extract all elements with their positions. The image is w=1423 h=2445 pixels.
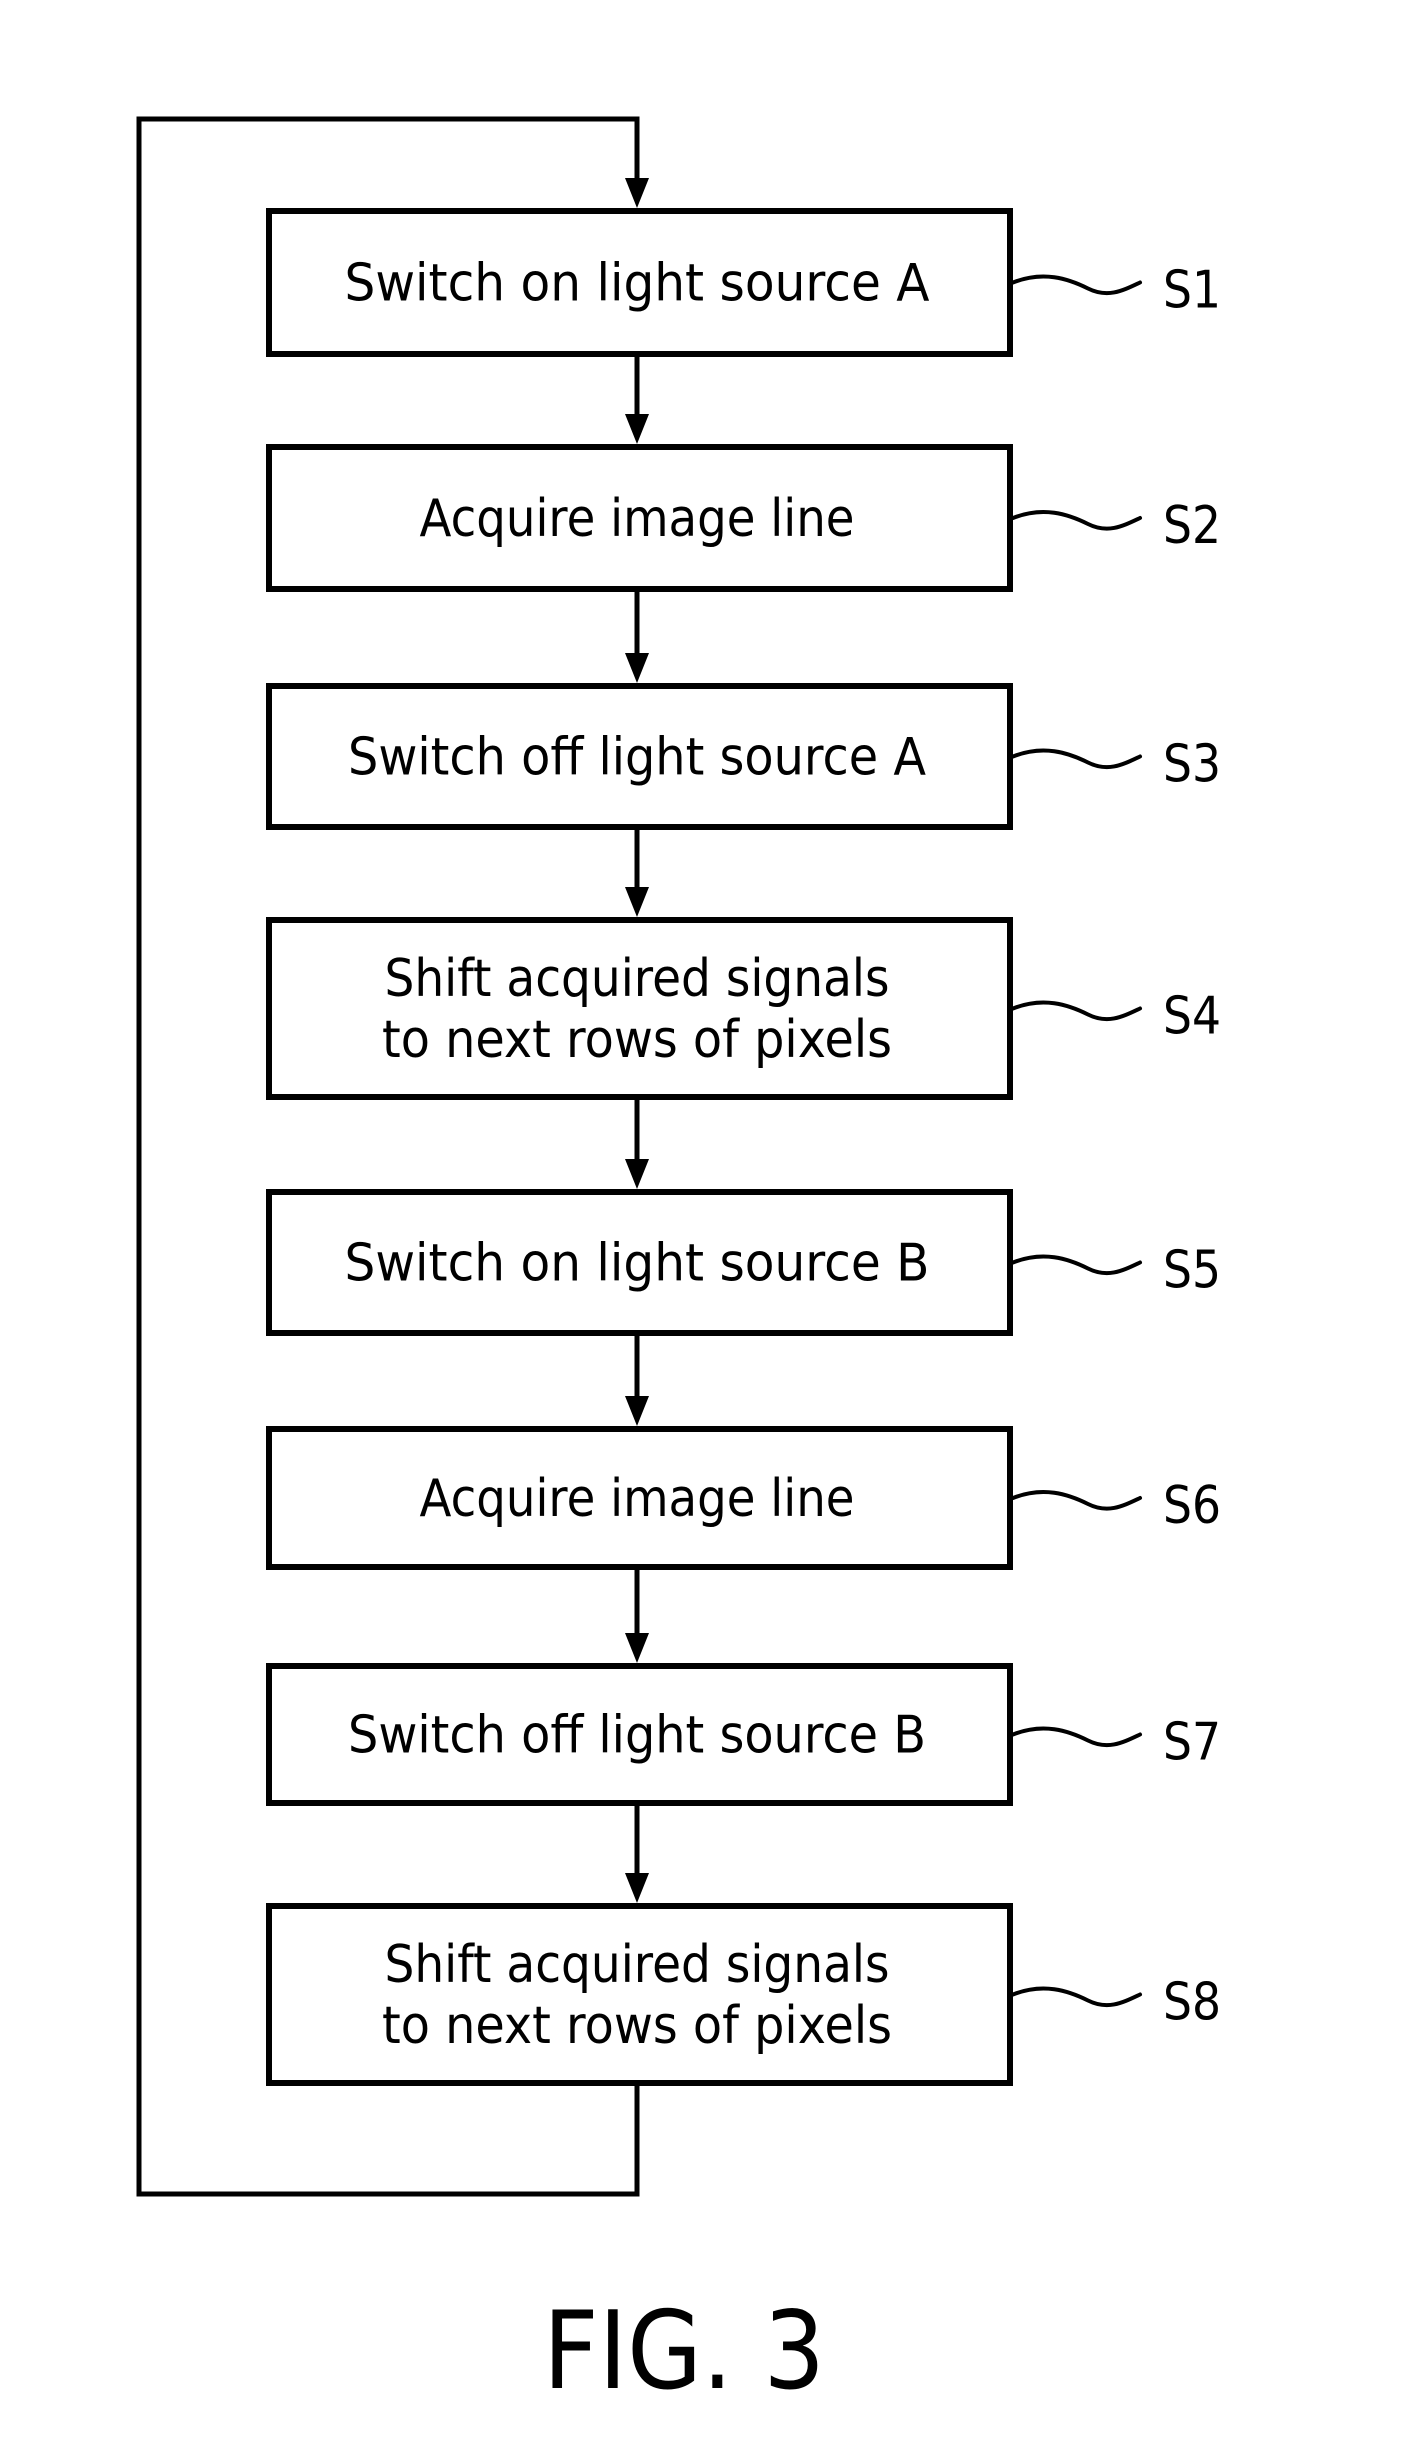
arrow-head-icon [625, 178, 649, 208]
step-label: to next rows of pixels [382, 1010, 892, 1070]
step-ref-label: S5 [1163, 1241, 1221, 1301]
step-ref-label: S1 [1163, 261, 1221, 321]
arrow-head-icon [625, 1633, 649, 1663]
arrow-head-icon [625, 414, 649, 444]
arrow-head-icon [625, 653, 649, 683]
leader-line [1011, 510, 1142, 531]
step-label: Switch off light source A [348, 728, 926, 788]
leader-line [1011, 1726, 1142, 1748]
flowchart: Switch on light source A S1 Acquire image … [136, 116, 1221, 2414]
step-ref-label: S2 [1163, 496, 1221, 556]
step-s2: Acquire image line S2 [266, 444, 1221, 592]
leader-line [1011, 1986, 1142, 2008]
step-s5: Switch on light source B S5 [266, 1189, 1221, 1336]
step-ref-label: S4 [1163, 987, 1221, 1047]
leader-line [1011, 748, 1142, 770]
step-ref-label: S7 [1163, 1713, 1221, 1773]
step-s6: Acquire image line S6 [266, 1426, 1221, 1570]
step-label: Acquire image line [420, 1469, 855, 1529]
step-ref-label: S3 [1163, 735, 1221, 795]
step-ref-label: S6 [1163, 1476, 1221, 1536]
step-s4: Shift acquired signalsto next rows of pi… [266, 917, 1221, 1100]
leader-line [1011, 1490, 1142, 1511]
step-label: Shift acquired signals [385, 949, 890, 1009]
arrow-head-icon [625, 1159, 649, 1189]
step-label: Switch on light source A [345, 254, 930, 314]
figure-caption: FIG. 3 [543, 2289, 825, 2414]
step-label: Switch on light source B [345, 1234, 930, 1294]
step-s3: Switch off light source A S3 [266, 683, 1221, 830]
leader-line [1011, 1254, 1142, 1276]
leader-line [1011, 1000, 1142, 1022]
step-s1: Switch on light source A S1 [266, 208, 1221, 357]
connectors [136, 116, 649, 2197]
step-label: Switch off light source B [348, 1706, 926, 1766]
arrow-head-icon [625, 1873, 649, 1903]
loop-back-line [136, 116, 640, 2197]
step-s8: Shift acquired signalsto next rows of pi… [266, 1903, 1221, 2086]
step-label: to next rows of pixels [382, 1996, 892, 2056]
leader-line [1011, 274, 1142, 296]
arrow-head-icon [625, 1396, 649, 1426]
steps: Switch on light source A S1 Acquire image … [266, 208, 1221, 2086]
step-ref-label: S8 [1163, 1973, 1221, 2033]
step-label: Acquire image line [420, 489, 855, 549]
step-s7: Switch off light source B S7 [266, 1663, 1221, 1806]
step-label: Shift acquired signals [385, 1935, 890, 1995]
arrow-head-icon [625, 887, 649, 917]
